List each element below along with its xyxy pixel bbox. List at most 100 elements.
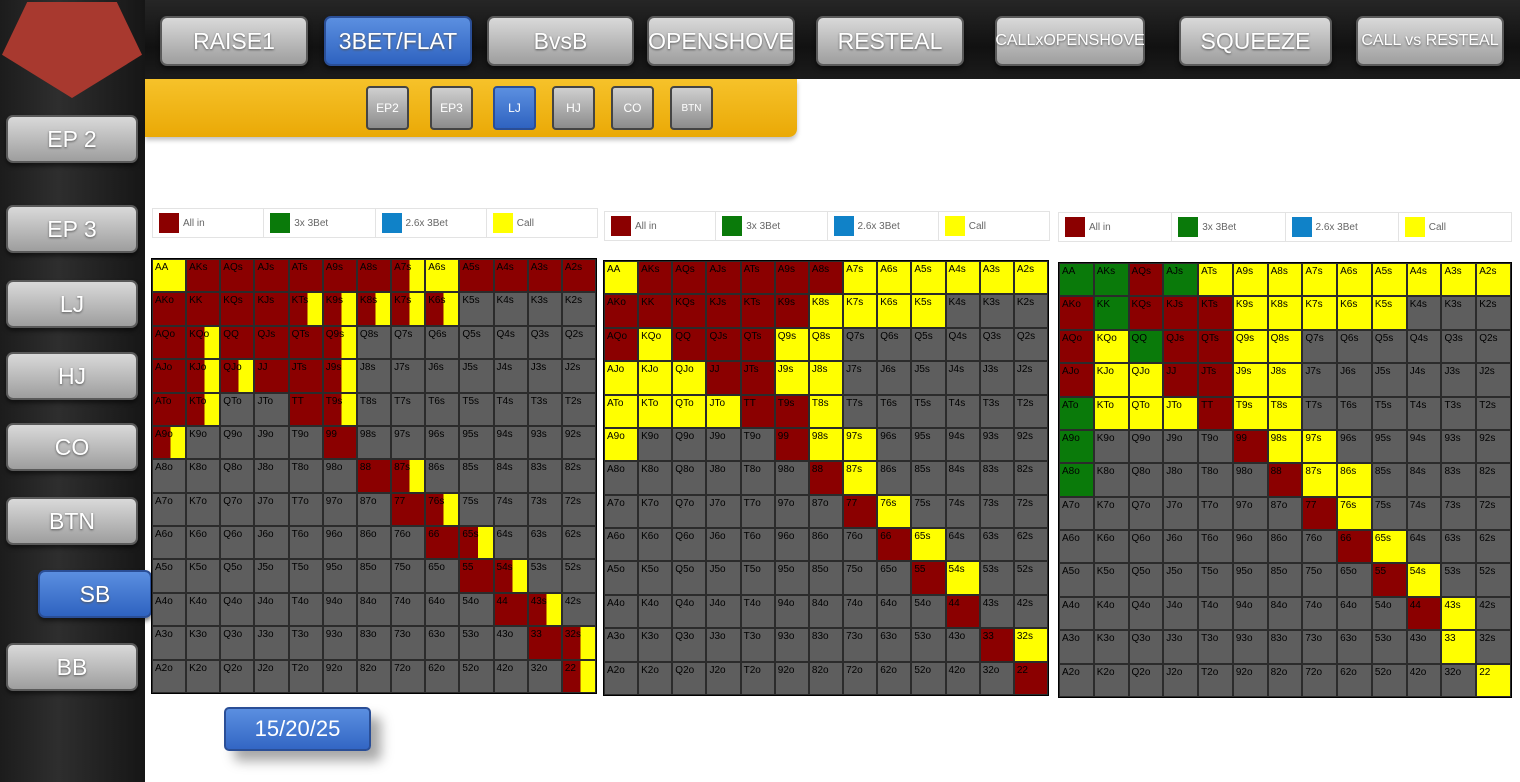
hand-cell-83s[interactable]: 83s (979, 461, 1014, 495)
hand-cell-ats[interactable]: ATs (740, 261, 775, 295)
hand-cell-43o[interactable]: 43o (493, 626, 528, 660)
hand-cell-kjs[interactable]: KJs (1163, 296, 1199, 330)
hand-cell-kjo[interactable]: KJo (1093, 363, 1129, 397)
hand-cell-k8s[interactable]: K8s (356, 292, 392, 326)
hand-cell-94o[interactable]: 94o (322, 592, 357, 627)
hand-cell-85o[interactable]: 85o (1267, 563, 1303, 597)
hand-cell-qjo[interactable]: QJo (1128, 363, 1164, 397)
hand-cell-t2o[interactable]: T2o (740, 661, 775, 695)
hand-cell-a6s[interactable]: A6s (425, 259, 460, 293)
hand-cell-a3s[interactable]: A3s (1441, 263, 1477, 297)
hand-cell-k3o[interactable]: K3o (1093, 630, 1129, 664)
hand-cell-qq[interactable]: QQ (1128, 329, 1164, 364)
hand-cell-75s[interactable]: 75s (911, 494, 946, 529)
hand-cell-j6o[interactable]: J6o (1163, 530, 1199, 564)
hand-cell-j8s[interactable]: J8s (1267, 363, 1303, 397)
hand-cell-55[interactable]: 55 (911, 561, 946, 595)
hand-cell-k5s[interactable]: K5s (1371, 296, 1407, 330)
hand-cell-t5s[interactable]: T5s (1371, 396, 1407, 430)
side-tab-sb[interactable]: SB (38, 570, 152, 618)
hand-cell-t3s[interactable]: T3s (979, 394, 1014, 428)
hand-cell-73s[interactable]: 73s (527, 492, 562, 527)
hand-cell-a8o[interactable]: A8o (604, 461, 639, 495)
hand-cell-qjs[interactable]: QJs (254, 325, 289, 360)
hand-cell-52o[interactable]: 52o (911, 661, 946, 695)
hand-cell-jts[interactable]: JTs (1198, 363, 1233, 397)
hand-cell-ajo[interactable]: AJo (604, 361, 639, 395)
hand-cell-52s[interactable]: 52s (1476, 563, 1511, 597)
side-tab-hj[interactable]: HJ (6, 352, 138, 400)
hand-cell-95s[interactable]: 95s (911, 427, 946, 462)
hand-cell-q4s[interactable]: Q4s (945, 327, 980, 362)
hand-cell-q4o[interactable]: Q4o (672, 594, 707, 629)
hand-cell-62o[interactable]: 62o (877, 661, 912, 695)
hand-cell-t7o[interactable]: T7o (288, 492, 323, 527)
hand-cell-qq[interactable]: QQ (220, 325, 255, 360)
hand-cell-kk[interactable]: KK (638, 294, 673, 328)
hand-cell-44[interactable]: 44 (1406, 596, 1442, 631)
hand-cell-95s[interactable]: 95s (459, 425, 494, 460)
hand-cell-55[interactable]: 55 (1371, 563, 1407, 597)
hand-cell-74o[interactable]: 74o (1302, 596, 1338, 631)
hand-cell-t8o[interactable]: T8o (288, 459, 323, 493)
hand-cell-64s[interactable]: 64s (493, 526, 528, 560)
hand-cell-83o[interactable]: 83o (808, 628, 844, 662)
hand-cell-a8s[interactable]: A8s (1267, 263, 1303, 297)
hand-cell-k2s[interactable]: K2s (1013, 294, 1048, 328)
hand-cell-a2s[interactable]: A2s (1476, 263, 1511, 297)
hand-cell-j7o[interactable]: J7o (1163, 496, 1199, 531)
hand-cell-j7s[interactable]: J7s (1302, 363, 1338, 397)
hand-cell-62s[interactable]: 62s (561, 526, 596, 560)
hand-cell-94o[interactable]: 94o (1232, 596, 1268, 631)
hand-cell-jto[interactable]: JTo (1163, 396, 1199, 430)
hand-cell-64o[interactable]: 64o (877, 594, 912, 629)
hand-cell-j5s[interactable]: J5s (911, 361, 946, 395)
hand-cell-52o[interactable]: 52o (459, 659, 494, 693)
hand-cell-j5o[interactable]: J5o (1163, 563, 1199, 597)
hand-cell-k5o[interactable]: K5o (1093, 563, 1129, 597)
top-tab-callxopenshove[interactable]: CALLxOPENSHOVE (995, 16, 1145, 66)
position-hj[interactable]: HJ (552, 86, 595, 130)
hand-cell-73s[interactable]: 73s (1441, 496, 1477, 531)
hand-cell-q8o[interactable]: Q8o (672, 461, 707, 495)
hand-cell-q7o[interactable]: Q7o (672, 494, 707, 529)
hand-cell-73s[interactable]: 73s (979, 494, 1014, 529)
hand-cell-t9s[interactable]: T9s (322, 392, 357, 426)
hand-cell-aqs[interactable]: AQs (1128, 263, 1164, 297)
hand-cell-q9o[interactable]: Q9o (672, 427, 707, 462)
hand-cell-q4o[interactable]: Q4o (1128, 596, 1164, 631)
hand-cell-q9s[interactable]: Q9s (1232, 329, 1268, 364)
hand-cell-t3o[interactable]: T3o (740, 628, 775, 662)
hand-cell-jj[interactable]: JJ (1163, 363, 1199, 397)
hand-cell-t2s[interactable]: T2s (1476, 396, 1511, 430)
hand-cell-ako[interactable]: AKo (1059, 296, 1094, 330)
hand-cell-kts[interactable]: KTs (288, 292, 323, 326)
hand-cell-86s[interactable]: 86s (1337, 463, 1372, 497)
hand-cell-ato[interactable]: ATo (152, 392, 187, 426)
hand-cell-k6s[interactable]: K6s (877, 294, 912, 328)
hand-cell-ats[interactable]: ATs (288, 259, 323, 293)
hand-cell-j7s[interactable]: J7s (843, 361, 878, 395)
hand-cell-j3o[interactable]: J3o (706, 628, 741, 662)
hand-cell-a9o[interactable]: A9o (1059, 429, 1094, 464)
hand-cell-87s[interactable]: 87s (391, 459, 426, 493)
hand-cell-t5s[interactable]: T5s (459, 392, 494, 426)
hand-cell-j2s[interactable]: J2s (561, 359, 596, 393)
hand-cell-j7o[interactable]: J7o (706, 494, 741, 529)
side-tab-ep-2[interactable]: EP 2 (6, 115, 138, 163)
hand-cell-k5o[interactable]: K5o (638, 561, 673, 595)
hand-cell-k6s[interactable]: K6s (425, 292, 460, 326)
hand-cell-74s[interactable]: 74s (493, 492, 528, 527)
hand-cell-a6s[interactable]: A6s (877, 261, 912, 295)
hand-cell-t7o[interactable]: T7o (740, 494, 775, 529)
hand-cell-t5o[interactable]: T5o (288, 559, 323, 593)
hand-cell-75o[interactable]: 75o (1302, 563, 1338, 597)
hand-cell-ajs[interactable]: AJs (1163, 263, 1199, 297)
hand-cell-t3s[interactable]: T3s (527, 392, 562, 426)
hand-cell-53o[interactable]: 53o (459, 626, 494, 660)
hand-cell-63s[interactable]: 63s (979, 528, 1014, 562)
hand-cell-a5o[interactable]: A5o (152, 559, 187, 593)
hand-cell-j7o[interactable]: J7o (254, 492, 289, 527)
hand-cell-k3s[interactable]: K3s (1441, 296, 1477, 330)
hand-cell-k6o[interactable]: K6o (1093, 530, 1129, 564)
